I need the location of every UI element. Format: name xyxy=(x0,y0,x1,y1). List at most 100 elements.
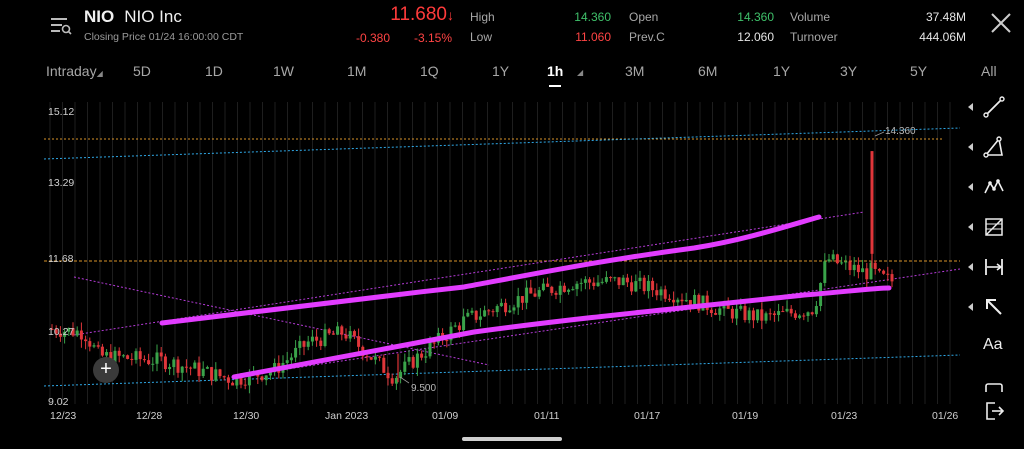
rectangle-tool[interactable] xyxy=(962,372,1024,392)
candle xyxy=(340,324,344,341)
expand-caret-icon xyxy=(968,303,973,311)
candle xyxy=(751,307,755,329)
candle xyxy=(504,298,508,317)
chart-canvas[interactable]: 15.12 13.29 11.68 10.27 9.02 12/23 12/28 12/30 J… xyxy=(44,102,960,422)
triangle-tool[interactable] xyxy=(962,132,1024,162)
tab-5d[interactable]: 5D xyxy=(133,63,151,79)
turnover-label: Turnover xyxy=(790,30,838,44)
exit-icon xyxy=(986,402,1005,420)
tab-3y[interactable]: 3Y xyxy=(840,63,857,79)
candle xyxy=(890,269,894,288)
arrow-tool-icon xyxy=(986,299,1002,315)
tab-1y-min[interactable]: 1Y xyxy=(492,63,509,79)
candle xyxy=(411,355,415,369)
tab-all[interactable]: All xyxy=(981,63,997,79)
candle xyxy=(306,335,310,351)
candle xyxy=(373,352,377,365)
candle xyxy=(604,271,608,284)
candle xyxy=(495,304,499,318)
close-icon[interactable] xyxy=(988,10,1014,36)
tab-5y[interactable]: 5Y xyxy=(910,63,927,79)
candle xyxy=(823,253,827,287)
candle xyxy=(642,275,646,295)
candle xyxy=(835,253,839,265)
down-arrow-icon: ↓ xyxy=(447,7,454,23)
y-tick-label: 15.12 xyxy=(48,106,74,118)
candle xyxy=(420,350,424,361)
candle xyxy=(294,340,298,363)
candle xyxy=(575,281,579,297)
candle xyxy=(193,360,197,369)
tab-1d[interactable]: 1D xyxy=(205,63,223,79)
candle xyxy=(264,375,268,386)
add-indicator-button[interactable]: + xyxy=(93,357,119,383)
high-annotation-label: 14.360 xyxy=(885,126,916,137)
candle xyxy=(877,268,881,273)
tab-1q[interactable]: 1Q xyxy=(420,63,439,79)
text-tool[interactable]: Aa xyxy=(962,332,1024,362)
y-tick-label: 13.29 xyxy=(48,177,74,189)
candle xyxy=(390,373,394,387)
x-tick-label: 01/17 xyxy=(634,410,660,422)
candle xyxy=(630,275,634,296)
candle xyxy=(92,342,96,349)
candle xyxy=(714,308,718,316)
open-label: Open xyxy=(629,10,659,24)
candle xyxy=(310,329,314,346)
candle xyxy=(844,255,848,270)
candle xyxy=(344,328,348,342)
tab-3m[interactable]: 3M xyxy=(625,63,644,79)
low-annotation-label: 9.500 xyxy=(411,383,436,394)
candle xyxy=(369,356,373,361)
pattern-tool[interactable] xyxy=(962,172,1024,202)
candle xyxy=(882,269,886,275)
high-label: High xyxy=(470,10,495,24)
candle xyxy=(231,381,235,386)
candle xyxy=(491,309,495,317)
tab-1m[interactable]: 1M xyxy=(347,63,366,79)
dropdown-caret-icon[interactable]: ◢ xyxy=(577,68,583,77)
chart-grid xyxy=(49,102,951,404)
candle xyxy=(588,277,592,290)
candles xyxy=(50,151,894,394)
tab-6m[interactable]: 6M xyxy=(698,63,717,79)
tab-intraday[interactable]: Intraday◢ xyxy=(46,63,103,79)
active-tab-indicator xyxy=(549,85,561,87)
fib-tool[interactable] xyxy=(962,212,1024,242)
arrow-tool[interactable] xyxy=(962,292,1024,322)
candle xyxy=(655,283,659,301)
candle xyxy=(357,328,361,352)
spike-candle xyxy=(870,151,874,269)
candle xyxy=(789,305,793,317)
candle xyxy=(600,278,604,285)
triangle-tool-icon xyxy=(983,136,1003,158)
candle xyxy=(348,325,352,342)
tab-1h[interactable]: 1h xyxy=(547,63,563,79)
line-tool[interactable] xyxy=(962,92,1024,122)
tab-1y[interactable]: 1Y xyxy=(773,63,790,79)
candle xyxy=(121,354,125,358)
candle xyxy=(126,354,130,360)
candle xyxy=(470,307,474,315)
exit-tool[interactable] xyxy=(962,396,1024,426)
candle xyxy=(638,270,642,290)
expand-caret-icon xyxy=(968,183,973,191)
range-tool[interactable] xyxy=(962,252,1024,282)
candle xyxy=(567,288,571,295)
candle xyxy=(541,278,545,292)
x-tick-label: 01/19 xyxy=(732,410,758,422)
volume-value: 37.48M xyxy=(925,10,966,24)
high-annotation: 14.360 xyxy=(874,126,916,137)
candle xyxy=(546,277,550,287)
line-tool-icon xyxy=(983,96,1005,118)
candle xyxy=(298,335,302,356)
candle xyxy=(130,353,134,366)
candle xyxy=(189,366,193,376)
candle xyxy=(730,306,734,323)
price-chart[interactable]: 15.12 13.29 11.68 10.27 9.02 12/23 12/28 12/30 J… xyxy=(44,102,960,422)
candle xyxy=(646,274,650,299)
menu-icon[interactable] xyxy=(50,14,72,36)
candle xyxy=(352,329,356,340)
tab-1w[interactable]: 1W xyxy=(273,63,294,79)
candle xyxy=(331,330,335,335)
